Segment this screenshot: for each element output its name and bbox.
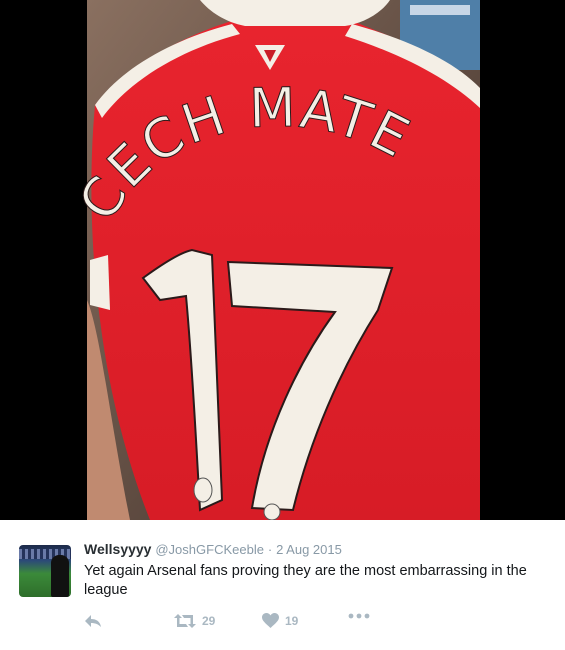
retweet-button[interactable]: 29 <box>174 613 215 629</box>
avatar-person <box>51 555 69 597</box>
display-name[interactable]: Wellsyyyy <box>84 541 151 557</box>
jersey-photo: CECH MATE <box>0 0 565 520</box>
tweet-card: Wellsyyyy @JoshGFCKeeble · 2 Aug 2015 Ye… <box>0 520 565 650</box>
tweet-text: Yet again Arsenal fans proving they are … <box>84 563 527 598</box>
avatar[interactable] <box>19 545 71 597</box>
tweet-header: Wellsyyyy @JoshGFCKeeble · 2 Aug 2015 <box>84 541 342 557</box>
user-handle[interactable]: @JoshGFCKeeble <box>155 542 264 557</box>
like-button[interactable]: 19 <box>262 613 298 628</box>
separator: · <box>267 542 273 557</box>
tweet-actions: 29 19 <box>84 613 384 633</box>
more-button[interactable] <box>348 613 370 619</box>
retweet-icon <box>174 614 196 628</box>
heart-icon <box>262 613 279 628</box>
tweet-date[interactable]: 2 Aug 2015 <box>276 542 342 557</box>
more-icon <box>348 613 370 619</box>
tweet-photo[interactable]: CECH MATE <box>0 0 565 520</box>
retweet-count: 29 <box>202 614 216 628</box>
reply-button[interactable] <box>84 613 102 629</box>
like-count: 19 <box>285 613 299 628</box>
reply-icon <box>85 615 101 627</box>
